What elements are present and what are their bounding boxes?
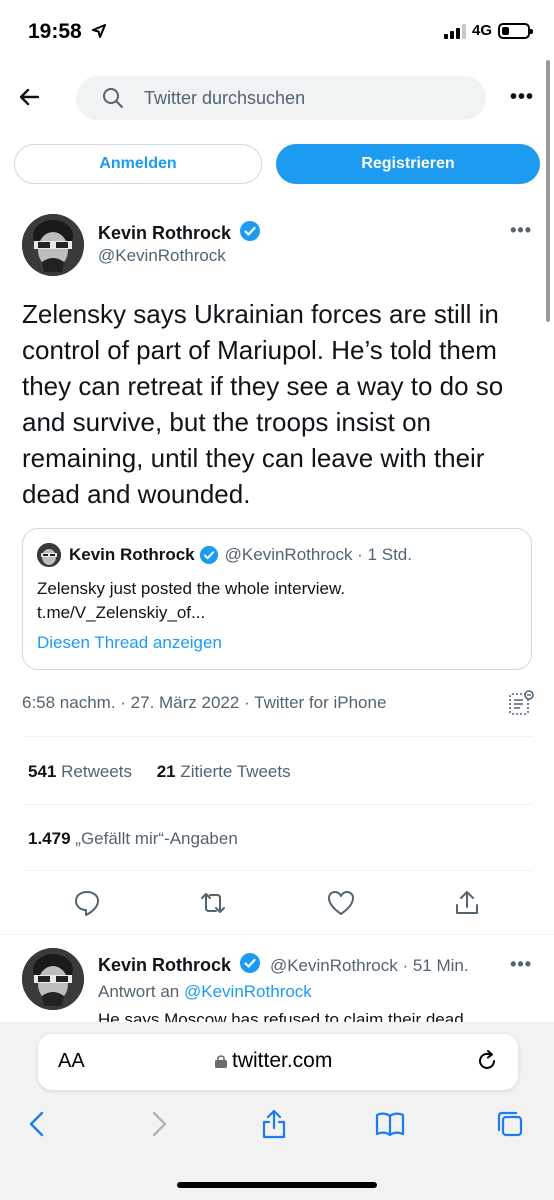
browser-back-icon[interactable]: [22, 1108, 54, 1140]
retweets-stat[interactable]: 541 Retweets: [28, 762, 132, 781]
auth-buttons: Anmelden Registrieren: [14, 144, 540, 184]
reply-tweet[interactable]: Kevin Rothrock @KevinRothrock · 51 Min. …: [0, 938, 554, 1022]
status-indicators: 4G: [443, 22, 533, 39]
reader-settings-button[interactable]: AA: [58, 1050, 85, 1073]
verified-badge-icon: [240, 221, 261, 241]
tweet-actions: [0, 886, 554, 922]
reply-more-icon[interactable]: •••: [510, 954, 532, 975]
tweet-meta: 6:58 nachm. · 27. März 2022 · Twitter fo…: [22, 693, 387, 712]
reload-icon[interactable]: [474, 1048, 500, 1074]
divider: [22, 736, 532, 737]
back-arrow-icon[interactable]: [16, 84, 42, 110]
status-time: 19:58: [28, 20, 106, 44]
quoted-avatar: [37, 543, 61, 567]
reply-to-handle[interactable]: @KevinRothrock: [184, 982, 312, 1001]
likes-count: 1.479: [28, 829, 71, 848]
retweets-count: 541: [28, 762, 57, 781]
search-icon: [103, 88, 123, 108]
avatar[interactable]: [22, 214, 84, 276]
analytics-icon[interactable]: [508, 690, 534, 716]
divider: [22, 804, 532, 805]
url-display[interactable]: twitter.com: [214, 1049, 332, 1073]
divider: [0, 934, 554, 935]
author-handle[interactable]: @KevinRothrock: [98, 246, 226, 266]
retweets-label: Retweets: [61, 762, 132, 781]
verified-badge-icon: [240, 953, 261, 973]
browser-toolbar: [0, 1104, 554, 1148]
avatar[interactable]: [22, 948, 84, 1010]
reply-author-name[interactable]: Kevin Rothrock: [98, 955, 231, 975]
top-navigation: •••: [0, 70, 554, 126]
divider: [22, 870, 532, 871]
likes-stat[interactable]: 1.479 „Gefällt mir“-Angaben: [28, 829, 238, 849]
home-indicator: [177, 1182, 377, 1188]
verified-badge-icon: [199, 545, 218, 565]
show-thread-link[interactable]: Diesen Thread anzeigen: [37, 633, 222, 653]
quoted-tweet[interactable]: Kevin Rothrock @KevinRothrock · 1 Std. Z…: [22, 528, 532, 670]
search-input[interactable]: [144, 87, 444, 109]
register-button[interactable]: Registrieren: [276, 144, 540, 184]
retweet-icon[interactable]: [198, 888, 228, 918]
url-text: twitter.com: [232, 1049, 333, 1072]
quoted-meta: @KevinRothrock · 1 Std.: [224, 545, 412, 564]
tabs-icon[interactable]: [494, 1108, 526, 1140]
tweet-more-icon[interactable]: •••: [510, 220, 532, 241]
quoted-text: Zelensky just posted the whole interview…: [37, 579, 346, 622]
scrollbar[interactable]: [546, 60, 550, 322]
network-label: 4G: [471, 22, 492, 39]
author-name-row[interactable]: Kevin Rothrock: [98, 220, 261, 244]
status-time-text: 19:58: [28, 20, 82, 43]
author-name: Kevin Rothrock: [98, 223, 232, 243]
login-button[interactable]: Anmelden: [14, 144, 262, 184]
location-arrow-icon: [91, 24, 106, 38]
tweet-text: Zelensky says Ukrainian forces are still…: [22, 299, 504, 509]
browser-share-icon[interactable]: [258, 1108, 290, 1140]
browser-forward-icon[interactable]: [142, 1108, 174, 1140]
avatar-image: [22, 948, 84, 1010]
reply-icon[interactable]: [72, 888, 102, 918]
reply-to-line: Antwort an @KevinRothrock: [98, 982, 312, 1002]
like-icon[interactable]: [326, 888, 356, 918]
reply-prefix: Antwort an: [98, 982, 180, 1001]
tweet-stats-row: 541 Retweets 21 Zitierte Tweets: [28, 762, 291, 782]
search-box[interactable]: [76, 76, 486, 120]
signal-icon: [443, 23, 466, 39]
quotes-stat[interactable]: 21 Zitierte Tweets: [157, 762, 291, 781]
status-bar: 19:58 4G: [0, 0, 554, 66]
quotes-count: 21: [156, 762, 176, 781]
tweet-header: Kevin Rothrock @KevinRothrock •••: [0, 210, 554, 280]
quoted-author-name: Kevin Rothrock: [69, 545, 195, 564]
avatar-image: [22, 214, 84, 276]
battery-icon: [498, 22, 533, 39]
quotes-label: Zitierte Tweets: [180, 762, 291, 781]
reply-header: Kevin Rothrock @KevinRothrock · 51 Min.: [98, 952, 469, 976]
quoted-tweet-header: Kevin Rothrock @KevinRothrock · 1 Std.: [37, 543, 412, 567]
share-icon[interactable]: [452, 888, 482, 918]
lock-icon: [215, 1055, 227, 1068]
more-options-icon[interactable]: •••: [510, 86, 534, 109]
bookmarks-icon[interactable]: [374, 1108, 406, 1140]
likes-label: „Gefällt mir“-Angaben: [75, 829, 238, 848]
reply-meta: @KevinRothrock · 51 Min.: [269, 956, 469, 975]
reply-text: He says Moscow has refused to claim thei…: [98, 1010, 464, 1022]
address-bar[interactable]: AA twitter.com: [38, 1034, 518, 1090]
